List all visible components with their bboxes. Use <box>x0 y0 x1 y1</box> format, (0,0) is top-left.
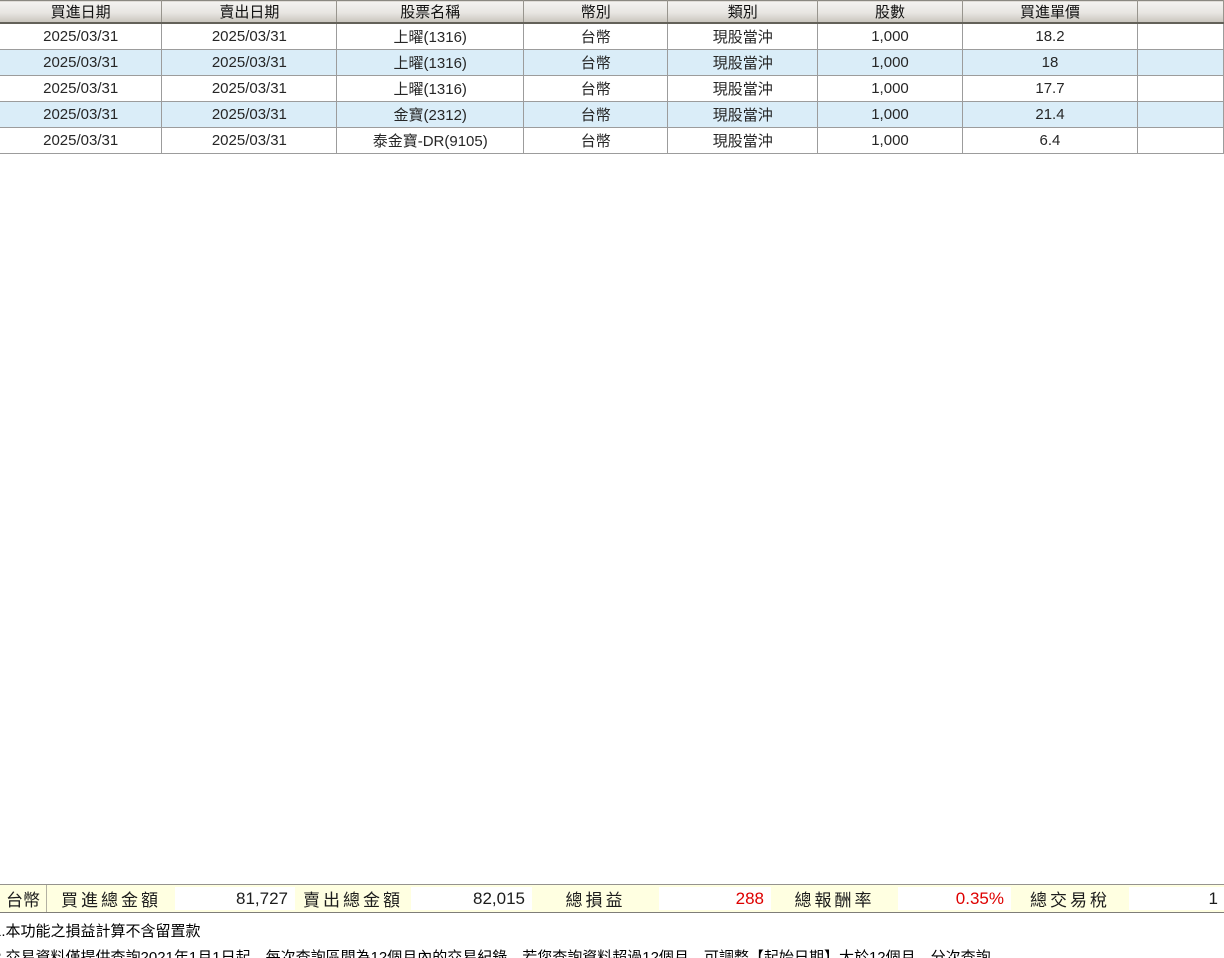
return-rate-value: 0.35% <box>898 887 1011 910</box>
cell-buy-price[interactable]: 17.7 <box>962 75 1139 102</box>
cell-category[interactable]: 現股當沖 <box>667 101 819 128</box>
column-header-sell-date[interactable]: 賣出日期 <box>161 0 338 24</box>
return-rate-label: 總報酬率 <box>794 891 875 910</box>
cell-shares[interactable]: 1,000 <box>817 127 963 154</box>
total-pnl-value: 288 <box>659 887 771 910</box>
cell-clipped[interactable] <box>1137 127 1224 154</box>
cell-currency[interactable]: 台幣 <box>523 23 669 50</box>
cell-sell-date[interactable]: 2025/03/31 <box>161 23 338 50</box>
cell-clipped[interactable] <box>1137 49 1224 76</box>
cell-stock-name[interactable]: 上曜(1316) <box>336 23 525 50</box>
cell-currency[interactable]: 台幣 <box>523 127 669 154</box>
footnotes: 1.本功能之損益計算不含留置款 2.交易資料僅提供查詢2021年1月1日起，每次… <box>0 919 1006 958</box>
column-header-buy-price[interactable]: 買進單價 <box>962 0 1139 24</box>
column-header-category[interactable]: 類別 <box>667 0 819 24</box>
cell-buy-date[interactable]: 2025/03/31 <box>0 101 163 128</box>
cell-shares[interactable]: 1,000 <box>817 49 963 76</box>
sell-total-label: 賣出總金額 <box>303 891 403 910</box>
cell-stock-name[interactable]: 泰金寶-DR(9105) <box>336 127 525 154</box>
cell-stock-name[interactable]: 上曜(1316) <box>336 75 525 102</box>
cell-shares[interactable]: 1,000 <box>817 23 963 50</box>
column-header-shares[interactable]: 股數 <box>817 0 963 24</box>
buy-total-label: 買進總金額 <box>61 891 161 910</box>
total-tax-value: 1 <box>1129 887 1224 910</box>
column-header-stock-name[interactable]: 股票名稱 <box>336 0 525 24</box>
cell-clipped[interactable] <box>1137 23 1224 50</box>
footnote-line-1: 1.本功能之損益計算不含留置款 <box>0 923 201 940</box>
table-row[interactable]: 2025/03/31 2025/03/31 上曜(1316) 台幣 現股當沖 1… <box>0 75 1224 102</box>
buy-total-value: 81,727 <box>175 887 295 910</box>
sell-total-value: 82,015 <box>411 887 532 910</box>
total-pnl-label: 總損益 <box>565 891 626 910</box>
cell-shares[interactable]: 1,000 <box>817 75 963 102</box>
cell-buy-date[interactable]: 2025/03/31 <box>0 127 163 154</box>
total-tax-label: 總交易稅 <box>1030 891 1110 910</box>
cell-stock-name[interactable]: 上曜(1316) <box>336 49 525 76</box>
trade-history-screen: 買進日期 賣出日期 股票名稱 幣別 類別 股數 買進單價 2025/03/31 … <box>0 0 1224 958</box>
cell-sell-date[interactable]: 2025/03/31 <box>161 101 338 128</box>
column-header-currency[interactable]: 幣別 <box>523 0 669 24</box>
table-header-row: 買進日期 賣出日期 股票名稱 幣別 類別 股數 買進單價 <box>0 0 1224 24</box>
cell-buy-date[interactable]: 2025/03/31 <box>0 75 163 102</box>
column-header-clipped[interactable] <box>1137 0 1224 24</box>
cell-sell-date[interactable]: 2025/03/31 <box>161 75 338 102</box>
cell-stock-name[interactable]: 金寶(2312) <box>336 101 525 128</box>
table-row[interactable]: 2025/03/31 2025/03/31 泰金寶-DR(9105) 台幣 現股… <box>0 127 1224 154</box>
cell-buy-price[interactable]: 18 <box>962 49 1139 76</box>
cell-buy-date[interactable]: 2025/03/31 <box>0 49 163 76</box>
cell-currency[interactable]: 台幣 <box>523 49 669 76</box>
summary-currency: 台幣 <box>0 885 47 912</box>
trade-results-table: 買進日期 賣出日期 股票名稱 幣別 類別 股數 買進單價 2025/03/31 … <box>0 0 1224 154</box>
cell-shares[interactable]: 1,000 <box>817 101 963 128</box>
table-row[interactable]: 2025/03/31 2025/03/31 金寶(2312) 台幣 現股當沖 1… <box>0 101 1224 128</box>
table-row[interactable]: 2025/03/31 2025/03/31 上曜(1316) 台幣 現股當沖 1… <box>0 49 1224 76</box>
cell-buy-price[interactable]: 6.4 <box>962 127 1139 154</box>
cell-buy-price[interactable]: 21.4 <box>962 101 1139 128</box>
column-header-buy-date[interactable]: 買進日期 <box>0 0 163 24</box>
footnote-line-2: 2.交易資料僅提供查詢2021年1月1日起，每次查詢區間為12個月內的交易紀錄，… <box>0 949 1006 958</box>
cell-buy-date[interactable]: 2025/03/31 <box>0 23 163 50</box>
cell-sell-date[interactable]: 2025/03/31 <box>161 127 338 154</box>
cell-category[interactable]: 現股當沖 <box>667 127 819 154</box>
cell-currency[interactable]: 台幣 <box>523 75 669 102</box>
cell-clipped[interactable] <box>1137 101 1224 128</box>
cell-category[interactable]: 現股當沖 <box>667 75 819 102</box>
table-row[interactable]: 2025/03/31 2025/03/31 上曜(1316) 台幣 現股當沖 1… <box>0 23 1224 50</box>
cell-category[interactable]: 現股當沖 <box>667 23 819 50</box>
cell-clipped[interactable] <box>1137 75 1224 102</box>
cell-category[interactable]: 現股當沖 <box>667 49 819 76</box>
cell-sell-date[interactable]: 2025/03/31 <box>161 49 338 76</box>
cell-buy-price[interactable]: 18.2 <box>962 23 1139 50</box>
totals-summary-bar: 台幣 買進總金額 81,727 賣出總金額 82,015 總損益 288 總報酬… <box>0 884 1224 913</box>
cell-currency[interactable]: 台幣 <box>523 101 669 128</box>
